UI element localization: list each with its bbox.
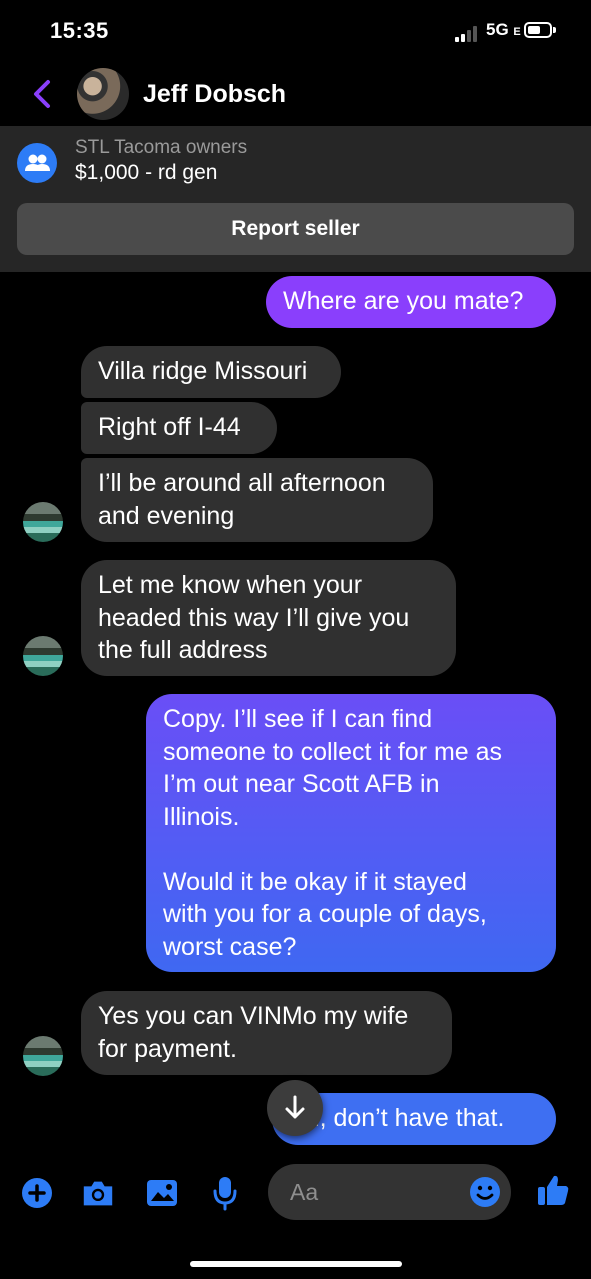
sender-avatar[interactable] (23, 1036, 63, 1076)
emoji-icon (470, 1177, 500, 1207)
back-button[interactable] (28, 78, 58, 110)
image-icon (147, 1180, 177, 1206)
add-button[interactable] (19, 1175, 55, 1211)
report-seller-button[interactable]: Report seller (17, 203, 574, 255)
status-time: 15:35 (50, 18, 109, 43)
message-bubble-outgoing[interactable]: Where are you mate? (266, 276, 556, 328)
mic-icon (213, 1177, 237, 1211)
chevron-left-icon (34, 80, 50, 108)
sender-avatar[interactable] (23, 636, 63, 676)
battery-icon (524, 22, 552, 38)
listing-title[interactable]: $1,000 - rd gen (75, 161, 217, 185)
message-bubble-incoming[interactable]: Yes you can VINMo my wife for payment. (81, 991, 452, 1075)
voice-button[interactable] (207, 1175, 243, 1211)
plus-icon (22, 1178, 52, 1208)
group-icon (17, 143, 57, 183)
contact-name[interactable]: Jeff Dobsch (143, 80, 286, 109)
network-suffix: E (513, 26, 521, 38)
home-indicator (190, 1261, 402, 1267)
scroll-to-bottom-button[interactable] (267, 1080, 323, 1136)
message-input-placeholder: Aa (290, 1178, 319, 1205)
thumbs-up-icon (538, 1175, 569, 1205)
like-button[interactable] (535, 1172, 571, 1208)
camera-button[interactable] (80, 1175, 116, 1211)
arrow-down-icon (285, 1095, 305, 1119)
camera-icon (83, 1181, 113, 1206)
message-bubble-outgoing[interactable]: Copy. I’ll see if I can find someone to … (146, 694, 556, 972)
message-bubble-incoming[interactable]: I’ll be around all afternoon and evening (81, 458, 433, 542)
signal-icon (455, 24, 481, 42)
message-bubble-incoming[interactable]: Villa ridge Missouri (81, 346, 341, 398)
network-label: 5G (486, 20, 509, 39)
message-bubble-incoming[interactable]: Let me know when your headed this way I’… (81, 560, 456, 676)
message-bubble-incoming[interactable]: Right off I-44 (81, 402, 277, 454)
battery-tip (553, 27, 556, 33)
group-name[interactable]: STL Tacoma owners (75, 137, 247, 159)
network-indicator: 5G E (486, 20, 521, 40)
sender-avatar[interactable] (23, 502, 63, 542)
emoji-button[interactable] (467, 1174, 503, 1210)
gallery-button[interactable] (144, 1175, 180, 1211)
contact-avatar[interactable] (77, 68, 129, 120)
